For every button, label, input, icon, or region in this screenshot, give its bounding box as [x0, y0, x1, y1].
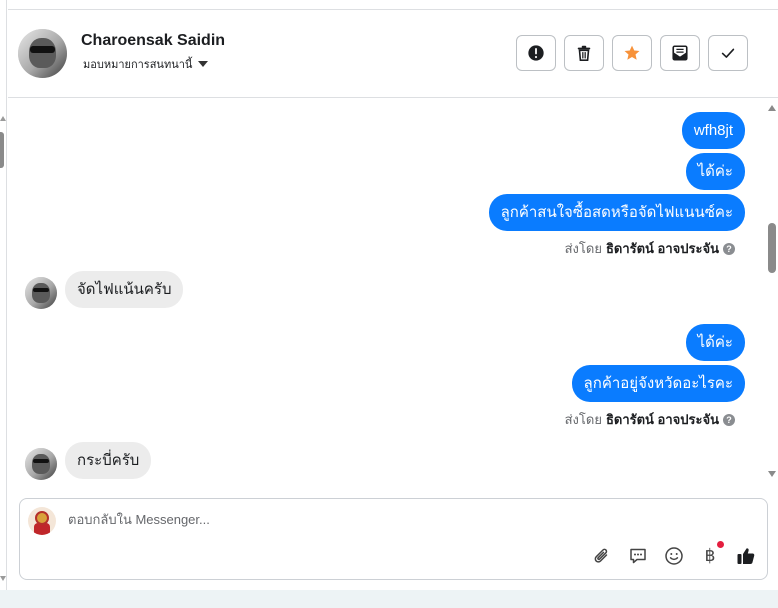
- message-outgoing[interactable]: ลูกค้าอยู่จังหวัดอะไรคะ: [571, 365, 745, 402]
- scroll-down-arrow[interactable]: [768, 471, 776, 477]
- baht-icon: ฿: [704, 546, 716, 566]
- caret-down-icon: [198, 61, 209, 67]
- help-icon[interactable]: ?: [723, 242, 735, 255]
- message-incoming[interactable]: จัดไฟแน้นครับ: [65, 271, 184, 308]
- message-outgoing[interactable]: wfh8jt: [681, 112, 745, 149]
- scroll-up-arrow[interactable]: [768, 105, 776, 111]
- emoji-button[interactable]: [663, 545, 685, 567]
- left-panel-scrollbar[interactable]: [0, 0, 7, 590]
- sent-by-prefix: ส่งโดย: [564, 241, 602, 256]
- message-outgoing[interactable]: ลูกค้าสนใจซื้อสดหรือจัดไฟแนนซ์คะ: [488, 194, 745, 231]
- check-icon: [721, 48, 735, 58]
- message-scrollbar[interactable]: [766, 99, 778, 487]
- mark-unread-button[interactable]: [660, 35, 700, 71]
- sent-by-label: ส่งโดย ธิดารัตน์ อาจประจัน ?: [565, 238, 735, 259]
- message-incoming[interactable]: กระบี่ครับ: [65, 442, 152, 479]
- sent-by-agent: ธิดารัตน์ อาจประจัน: [605, 412, 719, 427]
- mark-done-button[interactable]: [708, 35, 748, 71]
- page-footer-band: [0, 590, 778, 608]
- help-icon[interactable]: ?: [723, 413, 735, 426]
- scroll-thumb[interactable]: [768, 223, 776, 273]
- sent-by-prefix: ส่งโดย: [564, 412, 602, 427]
- delete-button[interactable]: [564, 35, 604, 71]
- thumbs-up-icon: [737, 548, 755, 564]
- sent-by-agent: ธิดารัตน์ อาจประจัน: [605, 241, 719, 256]
- page-avatar: [28, 507, 56, 535]
- contact-avatar[interactable]: [18, 29, 67, 78]
- conversation-actions: [516, 35, 748, 71]
- assign-conversation-dropdown[interactable]: มอบหมายการสนทนานี้: [83, 55, 209, 73]
- smiley-icon: [665, 547, 683, 565]
- mark-spam-button[interactable]: [516, 35, 556, 71]
- notification-dot: [717, 541, 724, 548]
- like-button[interactable]: [735, 545, 757, 567]
- message-thread: wfh8jt ได้ค่ะ ลูกค้าสนใจซื้อสดหรือจัดไฟแ…: [8, 99, 765, 487]
- contact-avatar-small[interactable]: [25, 277, 57, 309]
- contact-avatar-small[interactable]: [25, 448, 57, 480]
- speech-bubble-icon: [630, 548, 646, 564]
- mail-icon: [672, 45, 688, 61]
- scroll-thumb[interactable]: [0, 132, 4, 168]
- message-outgoing[interactable]: ได้ค่ะ: [685, 153, 745, 190]
- alert-circle-icon: [528, 45, 544, 61]
- scroll-down-arrow[interactable]: [0, 576, 6, 581]
- payment-button[interactable]: ฿: [699, 541, 724, 567]
- star-button[interactable]: [612, 35, 652, 71]
- assign-label: มอบหมายการสนทนานี้: [83, 59, 193, 71]
- sent-by-label: ส่งโดย ธิดารัตน์ อาจประจัน ?: [565, 409, 735, 430]
- scroll-up-arrow[interactable]: [0, 116, 6, 121]
- reply-composer: ฿: [19, 498, 768, 580]
- reply-input[interactable]: [68, 512, 668, 527]
- contact-name[interactable]: Charoensak Saidin: [81, 32, 225, 50]
- attach-button[interactable]: [591, 545, 613, 567]
- star-icon: [624, 45, 640, 60]
- trash-icon: [577, 45, 591, 62]
- saved-replies-button[interactable]: [627, 545, 649, 567]
- conversation-header: Charoensak Saidin มอบหมายการสนทนานี้: [8, 9, 778, 98]
- paperclip-icon: [594, 548, 608, 563]
- inbox-conversation-panel: Charoensak Saidin มอบหมายการสนทนานี้ wfh…: [0, 0, 778, 608]
- message-outgoing[interactable]: ได้ค่ะ: [685, 324, 745, 361]
- composer-tools: ฿: [591, 541, 757, 567]
